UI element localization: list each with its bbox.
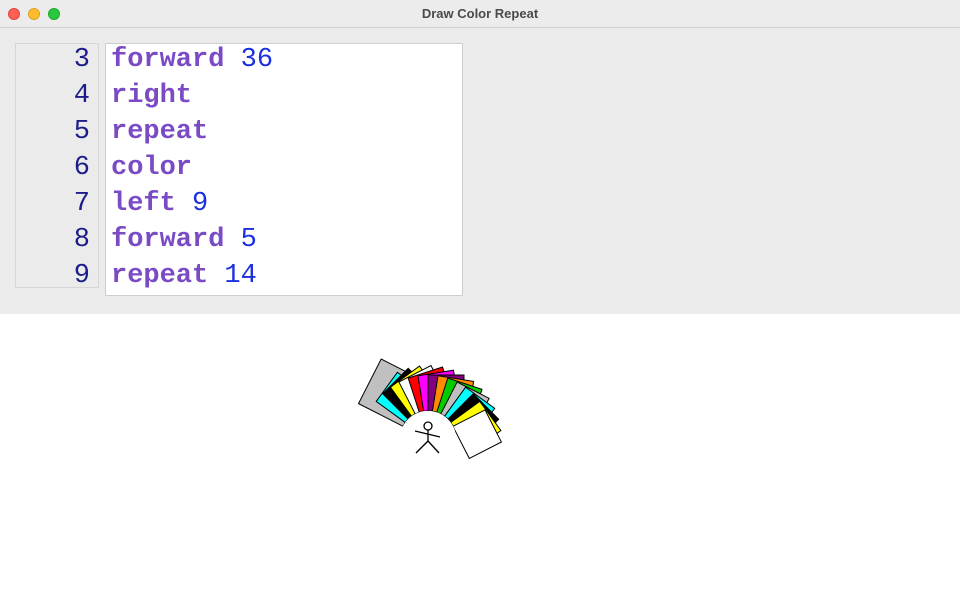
- line-number: 6: [73, 153, 90, 183]
- command-argument: 36: [240, 45, 274, 75]
- command-argument: 9: [192, 189, 209, 219]
- drawing-canvas: [0, 314, 960, 600]
- line-number: 7: [73, 189, 90, 219]
- line-number-gutter: 3 4 5 6 7 8 9: [15, 43, 99, 291]
- code-line[interactable]: forward 36: [111, 42, 273, 78]
- code-editor[interactable]: forward 36 right repeat color left 9 forward …: [105, 43, 463, 296]
- line-number: 4: [73, 81, 90, 111]
- title-bar: Draw Color Repeat: [0, 0, 960, 28]
- code-line[interactable]: repeat 14: [111, 258, 257, 294]
- command-keyword: left: [111, 189, 176, 219]
- editor-area: 3456789 forward 36 right repeat color left 9…: [0, 28, 960, 314]
- command-keyword: color: [111, 153, 193, 183]
- command-keyword: repeat: [111, 117, 209, 147]
- line-number: 8: [73, 225, 90, 255]
- code-line[interactable]: color: [111, 150, 192, 186]
- code-line[interactable]: forward 5: [111, 222, 257, 258]
- command-keyword: forward: [111, 45, 225, 75]
- code-line[interactable]: left 9: [111, 186, 208, 222]
- command-keyword: repeat: [111, 261, 209, 291]
- line-number: 3: [73, 45, 90, 75]
- turtle-drawing: [357, 358, 503, 460]
- code-line[interactable]: repeat: [111, 114, 208, 150]
- command-keyword: right: [111, 81, 193, 111]
- line-number: 5: [73, 117, 90, 147]
- code-line[interactable]: right: [111, 78, 192, 114]
- command-keyword: forward: [111, 225, 225, 255]
- command-argument: 5: [240, 225, 257, 255]
- window-title: Draw Color Repeat: [421, 6, 539, 21]
- command-argument: 14: [224, 261, 257, 291]
- line-number: 9: [73, 261, 90, 291]
